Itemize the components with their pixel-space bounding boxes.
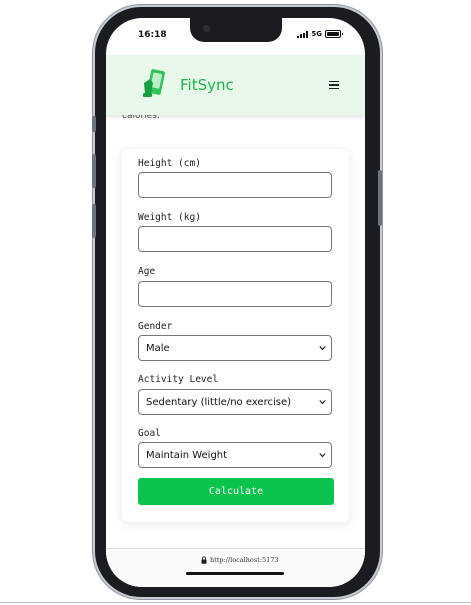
- battery-icon: [325, 30, 343, 38]
- weight-label: Weight (kg): [138, 212, 201, 223]
- phone-screen: 16:18 5G FitSync calories. Height (cm) W…: [106, 18, 365, 587]
- network-type: 5G: [311, 30, 322, 38]
- home-indicator[interactable]: [186, 572, 284, 575]
- phone-fitness-logo-icon[interactable]: [142, 69, 168, 99]
- url-text[interactable]: http://localhost:5173: [210, 556, 279, 564]
- camera-icon: [203, 25, 210, 32]
- activity-level-label: Activity Level: [138, 374, 219, 385]
- status-time: 16:18: [138, 30, 167, 40]
- volume-down-button: [92, 204, 96, 238]
- chevron-down-icon: [319, 346, 326, 351]
- gender-selected-value: Male: [146, 343, 170, 354]
- height-input[interactable]: [138, 172, 332, 198]
- gender-select[interactable]: Male: [138, 335, 332, 361]
- lock-icon: [201, 556, 207, 564]
- hamburger-menu-icon[interactable]: [329, 81, 339, 90]
- height-label: Height (cm): [138, 158, 201, 169]
- goal-label: Goal: [138, 428, 161, 439]
- volume-up-button: [92, 154, 96, 188]
- gender-label: Gender: [138, 321, 173, 332]
- silent-switch: [92, 116, 96, 132]
- app-header: FitSync: [106, 55, 365, 115]
- goal-select[interactable]: Maintain Weight: [138, 442, 332, 468]
- page-divider: [0, 602, 471, 603]
- goal-selected-value: Maintain Weight: [146, 450, 228, 461]
- browser-url-bar[interactable]: http://localhost:5173: [106, 548, 365, 587]
- activity-selected-value: Sedentary (little/no exercise): [146, 397, 291, 408]
- power-button: [378, 170, 382, 226]
- weight-input[interactable]: [138, 226, 332, 252]
- status-indicators: 5G: [297, 30, 343, 38]
- calorie-form-card: Height (cm) Weight (kg) Age Gender Male …: [122, 149, 349, 522]
- brand-name[interactable]: FitSync: [180, 76, 234, 94]
- notch: [190, 18, 282, 42]
- signal-icon: [297, 30, 309, 38]
- chevron-down-icon: [319, 453, 326, 458]
- activity-level-select[interactable]: Sedentary (little/no exercise): [138, 389, 332, 415]
- chevron-down-icon: [319, 400, 326, 405]
- age-input[interactable]: [138, 281, 332, 307]
- age-label: Age: [138, 266, 156, 277]
- calculate-button[interactable]: Calculate: [138, 478, 334, 505]
